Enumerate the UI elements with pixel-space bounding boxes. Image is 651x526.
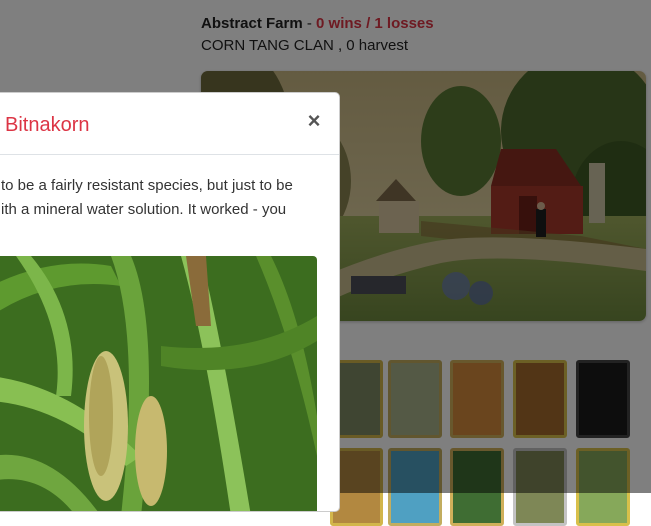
close-icon[interactable]: × xyxy=(303,109,325,133)
farm-page: Abstract Farm - 0 wins / 1 losses CORN T… xyxy=(0,0,651,526)
modal-text-line: ith a mineral water solution. It worked … xyxy=(1,201,287,218)
corn-plant-photo xyxy=(0,256,317,511)
modal-title: Bitnakorn xyxy=(5,114,90,136)
modal-description: to be a fairly resistant species, but ju… xyxy=(1,174,325,222)
modal-text-line: to be a fairly resistant species, but ju… xyxy=(1,177,293,194)
modal-header: Bitnakorn × xyxy=(0,93,339,155)
card-modal: Bitnakorn × to be a fairly resistant spe… xyxy=(0,92,340,512)
